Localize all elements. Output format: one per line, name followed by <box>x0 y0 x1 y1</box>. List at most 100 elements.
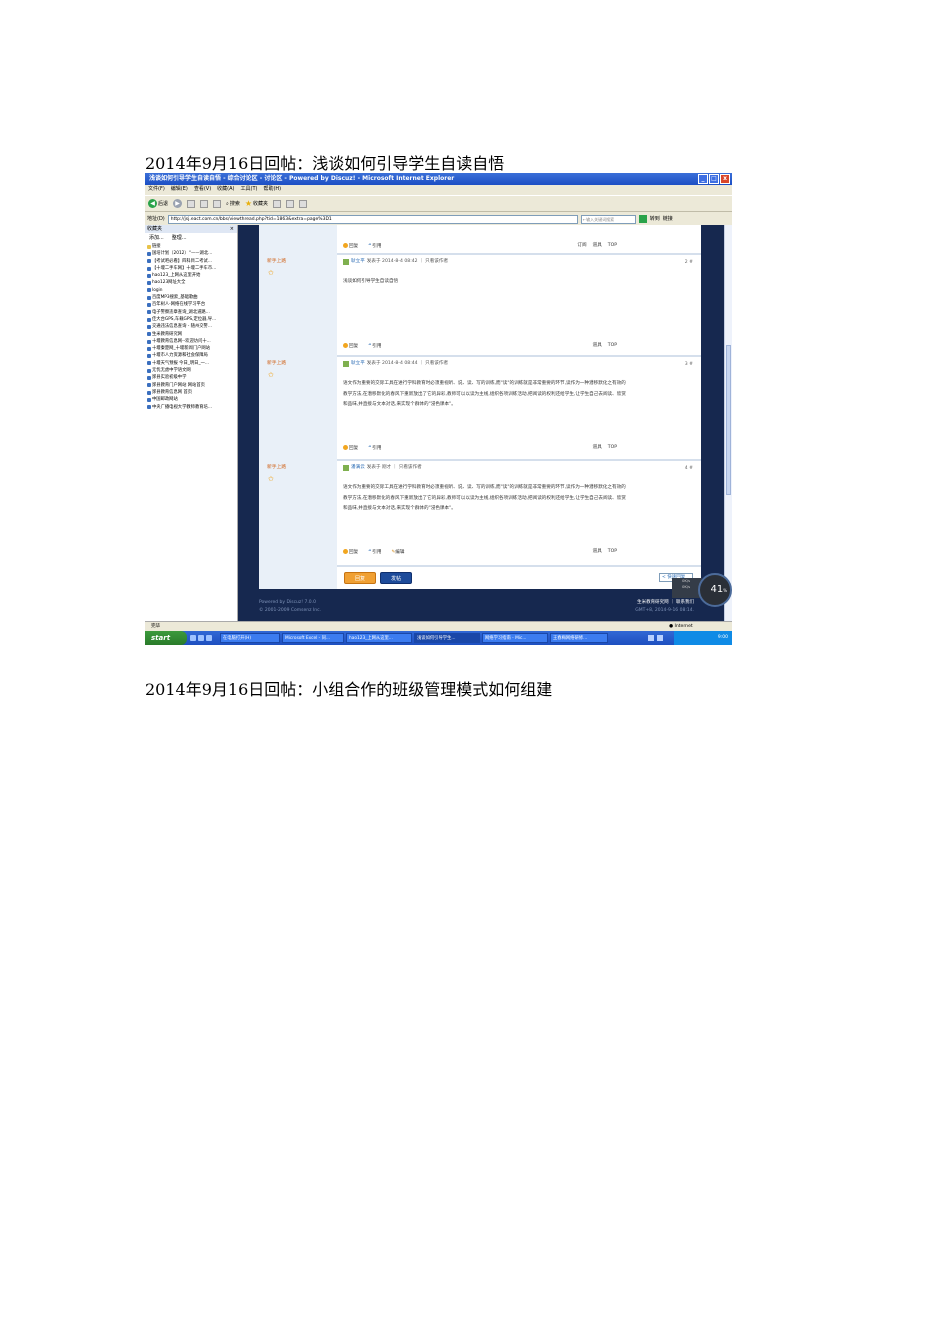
search-box[interactable]: ←输入关键词搜索 <box>580 214 636 224</box>
favorite-item[interactable]: hao123网址大全 <box>147 279 237 286</box>
post-2-quote[interactable]: “引用 <box>368 344 381 350</box>
tools-link[interactable]: 道具 <box>593 445 602 451</box>
subscribe-link[interactable]: 订阅 <box>577 243 586 249</box>
home-icon[interactable] <box>213 199 222 208</box>
post-3-actions: 回复 “引用 <box>343 445 381 452</box>
favorite-item[interactable]: 郧县实验初级中学 <box>147 374 237 381</box>
task-item-4[interactable]: 浅谈如何引导学生... <box>414 633 480 643</box>
address-bar: 地址(D) http://jsj.eact.com.cn/bbs/viewthr… <box>145 213 732 225</box>
cpu-gauge-widget[interactable]: 41% <box>698 573 732 607</box>
user-icon <box>343 259 349 265</box>
page-icon <box>147 259 151 264</box>
post-4-quote[interactable]: “引用 <box>368 550 381 556</box>
desktop-icon[interactable] <box>190 635 196 641</box>
ie-icon[interactable] <box>198 635 204 641</box>
refresh-icon[interactable] <box>200 199 209 208</box>
start-button[interactable]: start <box>145 631 187 645</box>
favorites-add-button[interactable]: 添加... <box>149 233 164 243</box>
back-button[interactable]: ◀ 后退 <box>148 199 168 208</box>
tools-link[interactable]: 道具 <box>593 243 602 249</box>
print-icon[interactable] <box>299 199 308 208</box>
tools-link[interactable]: 道具 <box>593 549 602 555</box>
post-2-author-rank[interactable]: 新手上路 <box>267 259 286 265</box>
media-icon[interactable] <box>206 635 212 641</box>
new-post-button[interactable]: 发帖 <box>380 572 412 584</box>
favorites-folder[interactable]: 链接 <box>147 243 237 250</box>
favorite-item[interactable]: 【考试吧必看】四科目二考试... <box>147 258 237 265</box>
favorite-item[interactable]: 郧县教育信息网 首页 <box>147 389 237 396</box>
favorite-item[interactable]: 中国邮政网站 <box>147 396 237 403</box>
task-item-2[interactable]: Microsoft Excel - 同... <box>282 633 344 643</box>
forward-button[interactable]: ▶ <box>173 199 183 208</box>
favorite-item[interactable]: 百年树人-网络在线学习平台 <box>147 301 237 308</box>
favorite-item[interactable]: 十堰秦楚网_十堰新闻门户网站 <box>147 345 237 352</box>
go-button[interactable]: 转到 <box>650 216 660 222</box>
post-3-username[interactable]: 耿立平 <box>351 361 365 367</box>
page-icon <box>147 346 151 351</box>
favorite-item[interactable]: 百度MP3搜索_基础歌曲 <box>147 294 237 301</box>
go-arrow-icon[interactable] <box>638 215 647 223</box>
history-icon[interactable] <box>273 199 282 208</box>
menu-edit[interactable]: 编辑(E) <box>171 185 188 194</box>
menu-tools[interactable]: 工具(T) <box>241 185 258 194</box>
favorite-item[interactable]: login <box>147 287 237 294</box>
menu-file[interactable]: 文件(F) <box>148 185 165 194</box>
menu-favorites[interactable]: 收藏(A) <box>217 185 234 194</box>
post-4-username[interactable]: 潘满云 <box>351 465 365 471</box>
mail-icon[interactable] <box>286 199 295 208</box>
post-1-right-actions: 订阅 道具 TOP <box>577 243 617 249</box>
post-3-quote[interactable]: “引用 <box>368 446 381 452</box>
top-link[interactable]: TOP <box>608 343 617 349</box>
address-input[interactable]: http://jsj.eact.com.cn/bbs/viewthread.ph… <box>167 214 578 224</box>
favorite-item[interactable]: 生米教育研究网 <box>147 331 237 338</box>
favorite-item[interactable]: 电子警察违章查询_湖北道路... <box>147 309 237 316</box>
favorites-button[interactable]: ★ 收藏夹 <box>245 199 268 209</box>
favorite-item[interactable]: 中央广播电视大学教师教育培... <box>147 404 237 411</box>
task-item-6[interactable]: 王春梅网络研修... <box>550 633 608 643</box>
favorite-item[interactable]: 无忧无虑中学语文网 <box>147 367 237 374</box>
page-icon <box>147 317 151 322</box>
stop-icon[interactable] <box>187 199 196 208</box>
task-item-5[interactable]: 网络学习指南 - Mic... <box>482 633 548 643</box>
page-icon <box>147 339 151 344</box>
language-bar[interactable] <box>648 633 663 643</box>
scrollbar-thumb[interactable] <box>726 345 731 495</box>
post-1-quote[interactable]: “引用 <box>368 244 381 250</box>
clock[interactable]: 9:00 <box>718 635 728 640</box>
reply-icon <box>343 243 348 248</box>
favorite-item[interactable]: 十堰市人力资源和社会保障局 <box>147 352 237 359</box>
favorite-item[interactable]: 十堰天气预报 今日_明日_一... <box>147 360 237 367</box>
favorite-item[interactable]: hao123_上网从这里开始 <box>147 272 237 279</box>
minimize-button[interactable]: _ <box>698 174 708 184</box>
favorite-item[interactable]: 佳大台GPS,车载GPS,定位器,导... <box>147 316 237 323</box>
favorite-item[interactable]: 郧县教育门户网站 网站首页 <box>147 382 237 389</box>
post-2-username[interactable]: 耿立平 <box>351 259 365 265</box>
maximize-button[interactable]: □ <box>709 174 719 184</box>
menu-help[interactable]: 帮助(H) <box>263 185 281 194</box>
search-button[interactable]: ⌕ 搜索 <box>226 201 240 207</box>
favorite-item[interactable]: 交通违法信息查询 - 随州交警... <box>147 323 237 330</box>
vertical-scrollbar[interactable] <box>724 225 732 629</box>
close-button[interactable]: x <box>720 174 730 184</box>
top-link[interactable]: TOP <box>608 243 617 249</box>
reply-button[interactable]: 回复 <box>344 572 376 584</box>
task-item-3[interactable]: hao123_上网从这里... <box>346 633 412 643</box>
task-item-1[interactable]: 在电脑打开(H) <box>220 633 280 643</box>
favorite-item[interactable]: 【十堰二手车网】十堰二手车市... <box>147 265 237 272</box>
favorites-close-button[interactable]: × <box>230 225 234 233</box>
post-3-author-rank[interactable]: 新手上路 <box>267 361 286 367</box>
favorite-item[interactable]: 十堰教育信息网--欢迎访问十... <box>147 338 237 345</box>
favorites-organize-button[interactable]: 整理... <box>172 233 187 243</box>
post-1-reply[interactable]: 回复 <box>343 243 358 250</box>
post-4-edit[interactable]: ✎编辑 <box>391 550 404 556</box>
tools-link[interactable]: 道具 <box>593 343 602 349</box>
post-3-reply[interactable]: 回复 <box>343 445 358 452</box>
post-4-reply[interactable]: 回复 <box>343 549 358 556</box>
links-button[interactable]: 链接 <box>663 216 673 222</box>
top-link[interactable]: TOP <box>608 549 617 555</box>
menu-view[interactable]: 查看(V) <box>194 185 211 194</box>
post-2-reply[interactable]: 回复 <box>343 343 358 350</box>
top-link[interactable]: TOP <box>608 445 617 451</box>
post-4-author-rank[interactable]: 新手上路 <box>267 465 286 471</box>
favorite-item[interactable]: 国培计划（2012）“——湖北... <box>147 250 237 257</box>
